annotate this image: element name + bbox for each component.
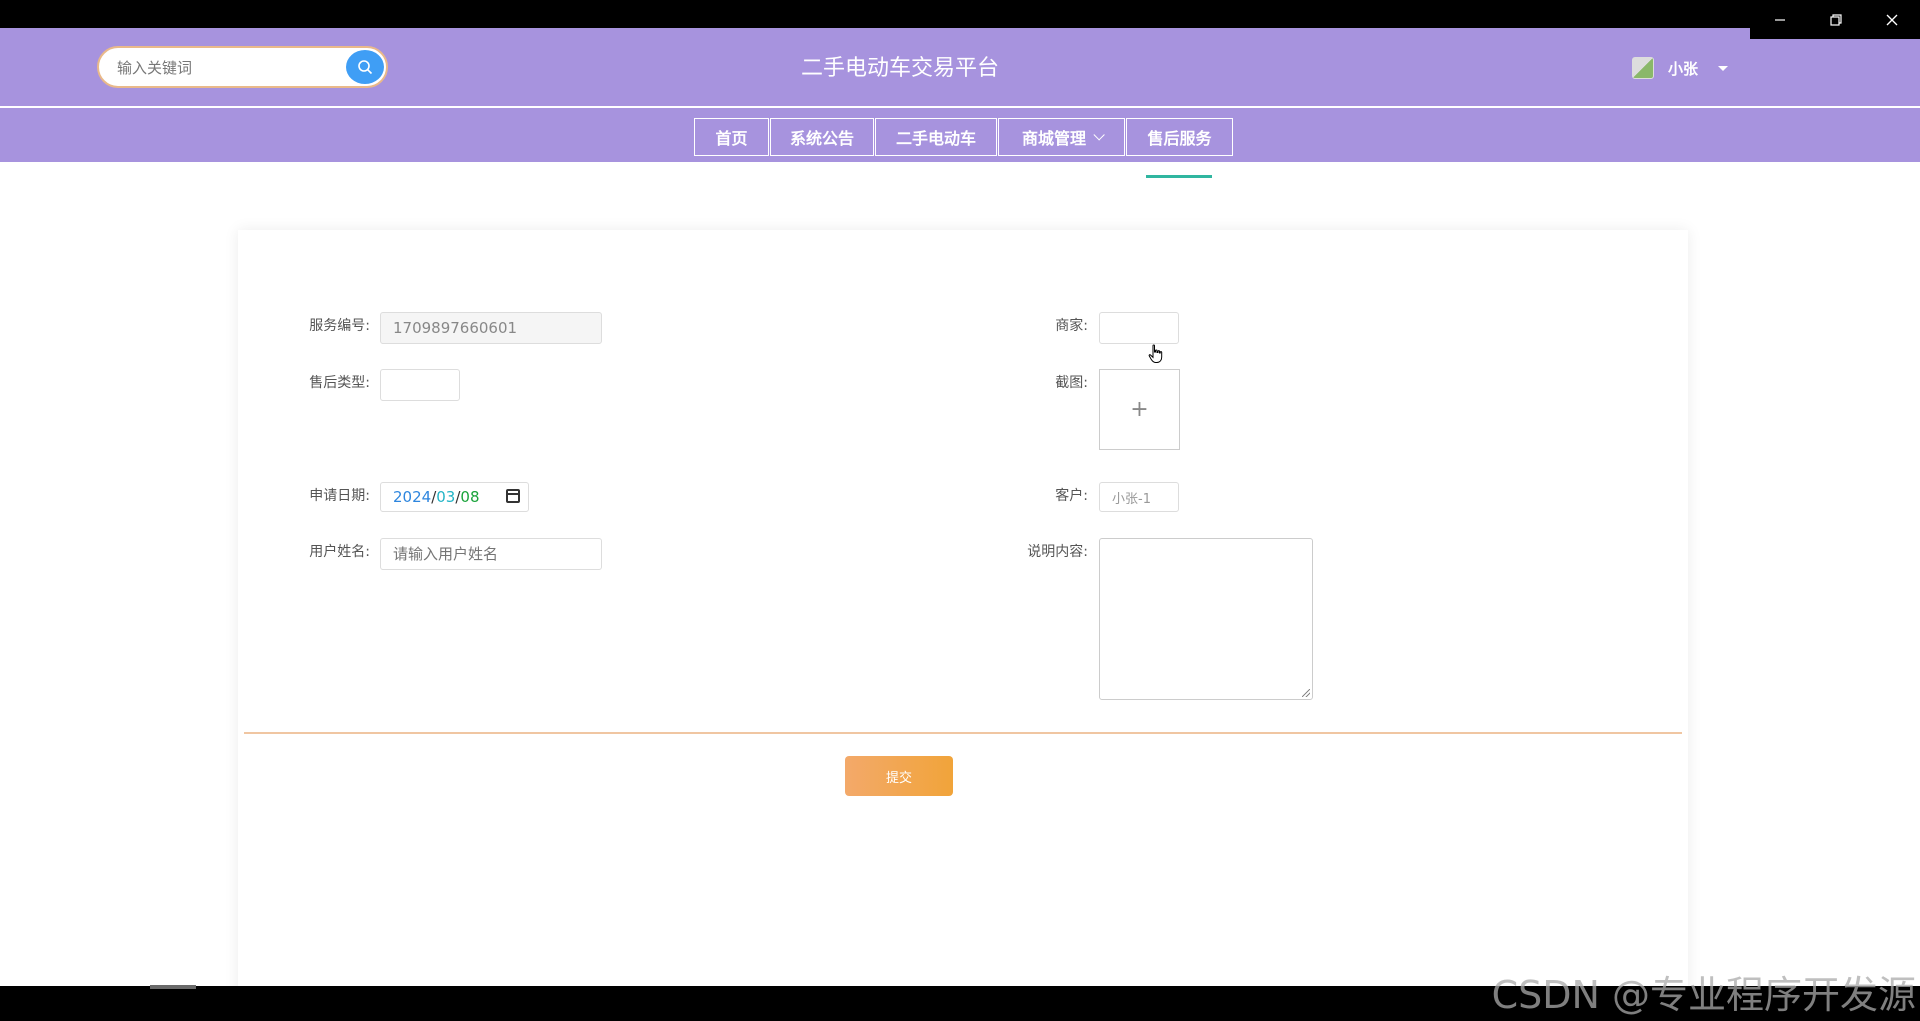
- service-no-label: 服务编号:: [309, 318, 370, 334]
- date-day: 08: [460, 488, 480, 506]
- merchant-label: 商家:: [1055, 318, 1088, 334]
- customer-field: 小张-1: [1099, 482, 1179, 512]
- merchant-select[interactable]: [1099, 312, 1179, 344]
- username: 小张: [1668, 59, 1699, 78]
- nav-label: 首页: [715, 129, 748, 148]
- chevron-down-icon: [1093, 129, 1105, 141]
- minimize-button[interactable]: [1752, 0, 1808, 39]
- restore-icon: [1830, 13, 1842, 26]
- nav-label: 售后服务: [1147, 129, 1212, 148]
- close-icon: [1886, 14, 1898, 25]
- aftersale-type-select[interactable]: [380, 369, 460, 401]
- avatar: [1632, 57, 1654, 79]
- site-title: 二手电动车交易平台: [800, 56, 999, 81]
- main-nav: 首页 系统公告 二手电动车 商城管理 售后服务: [0, 108, 1920, 162]
- nav-item-home[interactable]: 首页: [694, 118, 769, 156]
- user-menu[interactable]: 小张: [1632, 53, 1729, 83]
- apply-date-label: 申请日期:: [309, 488, 370, 504]
- submit-button[interactable]: 提交: [845, 756, 953, 796]
- nav-list: 首页 系统公告 二手电动车 商城管理 售后服务: [694, 118, 1233, 158]
- nav-item-aftersale[interactable]: 售后服务: [1126, 118, 1233, 156]
- description-label: 说明内容:: [1027, 544, 1088, 560]
- nav-label: 商城管理: [1021, 129, 1086, 148]
- nav-label: 二手电动车: [895, 129, 976, 148]
- user-name-input[interactable]: [380, 538, 602, 570]
- nav-item-announcements[interactable]: 系统公告: [770, 118, 874, 156]
- service-no-field: 1709897660601: [380, 312, 602, 344]
- user-name-label: 用户姓名:: [309, 544, 370, 560]
- customer-label: 客户:: [1055, 488, 1088, 504]
- service-no-value: 1709897660601: [393, 319, 518, 337]
- plus-icon: +: [1130, 397, 1149, 422]
- window-controls: [1750, 0, 1920, 39]
- scroll-indicator: [150, 985, 196, 989]
- restore-button[interactable]: [1808, 0, 1864, 39]
- nav-item-mall-management[interactable]: 商城管理: [998, 118, 1125, 156]
- apply-date-input[interactable]: 2024/03/08: [380, 482, 529, 512]
- screen: 二手电动车交易平台 小张 首页 系统公告 二手电动车 商城管理 售后服务 服务编…: [0, 0, 1920, 1021]
- close-button[interactable]: [1864, 0, 1920, 39]
- date-month: 03: [436, 488, 456, 506]
- calendar-icon[interactable]: [506, 489, 520, 503]
- watermark: CSDN @专业程序开发源: [1491, 973, 1916, 1017]
- hand-cursor-icon: [1148, 344, 1163, 363]
- site-header: 二手电动车交易平台 小张: [0, 28, 1920, 108]
- minimize-icon: [1775, 18, 1785, 21]
- nav-item-used-ebikes[interactable]: 二手电动车: [875, 118, 997, 156]
- date-year: 2024: [393, 488, 432, 506]
- app-window: 二手电动车交易平台 小张 首页 系统公告 二手电动车 商城管理 售后服务 服务编…: [0, 28, 1920, 986]
- screenshot-label: 截图:: [1055, 375, 1088, 391]
- description-textarea[interactable]: [1099, 538, 1313, 700]
- screenshot-upload[interactable]: +: [1099, 369, 1180, 450]
- resize-handle[interactable]: [1302, 689, 1310, 697]
- nav-label: 系统公告: [789, 129, 854, 148]
- submit-label: 提交: [885, 770, 912, 786]
- aftersale-type-label: 售后类型:: [309, 375, 370, 391]
- customer-value: 小张-1: [1112, 491, 1151, 507]
- active-nav-indicator: [1146, 175, 1212, 178]
- caret-down-icon: [1718, 65, 1729, 71]
- form-divider: [244, 732, 1682, 734]
